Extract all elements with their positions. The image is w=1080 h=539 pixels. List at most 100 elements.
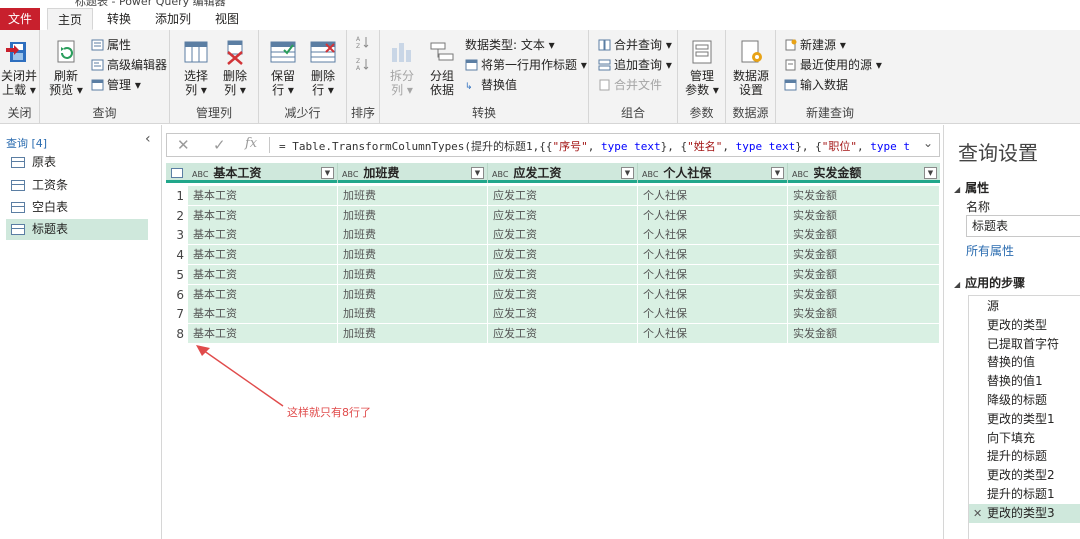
- applied-step-item[interactable]: 提升的标题: [969, 447, 1080, 466]
- table-cell[interactable]: 加班费: [338, 304, 488, 325]
- filter-dropdown-icon[interactable]: ▼: [771, 167, 784, 179]
- text-type-icon[interactable]: ABC: [642, 170, 658, 179]
- applied-step-item[interactable]: 提升的标题1: [969, 485, 1080, 504]
- applied-step-item[interactable]: 降级的标题: [969, 391, 1080, 410]
- table-cell[interactable]: 基本工资: [188, 225, 338, 246]
- table-cell[interactable]: 基本工资: [188, 304, 338, 325]
- commit-formula-icon[interactable]: ✓: [213, 136, 226, 154]
- collapse-pane-icon[interactable]: ‹: [145, 131, 151, 147]
- new-source-button[interactable]: 新建源 ▾: [784, 36, 846, 54]
- table-cell[interactable]: 实发金额: [788, 304, 940, 325]
- table-cell[interactable]: 应发工资: [488, 323, 638, 344]
- filter-dropdown-icon[interactable]: ▼: [471, 167, 484, 179]
- applied-step-item[interactable]: ✕ 更改的类型3: [969, 503, 1080, 523]
- query-name-input[interactable]: 标题表: [966, 215, 1080, 237]
- applied-steps-section[interactable]: ◢ 应用的步骤: [954, 274, 1025, 291]
- formula-input[interactable]: = Table.TransformColumnTypes(提升的标题1,{{"序…: [279, 138, 909, 154]
- tab-file[interactable]: 文件: [0, 8, 40, 30]
- applied-step-item[interactable]: 更改的类型: [969, 316, 1080, 335]
- applied-step-item[interactable]: 替换的值: [969, 353, 1080, 372]
- text-type-icon[interactable]: ABC: [342, 170, 358, 179]
- table-cell[interactable]: 应发工资: [488, 186, 638, 206]
- collapse-triangle-icon[interactable]: ◢: [954, 280, 960, 289]
- filter-dropdown-icon[interactable]: ▼: [621, 167, 634, 179]
- delete-step-icon[interactable]: ✕: [973, 504, 982, 523]
- table-menu-button[interactable]: [166, 163, 188, 183]
- applied-step-item[interactable]: 源: [969, 297, 1080, 316]
- filter-dropdown-icon[interactable]: ▼: [924, 167, 937, 179]
- table-cell[interactable]: 个人社保: [638, 205, 788, 226]
- table-cell[interactable]: 应发工资: [488, 304, 638, 325]
- column-header[interactable]: ABC 实发金额 ▼: [788, 163, 940, 183]
- table-cell[interactable]: 实发金额: [788, 323, 940, 344]
- query-item-gongzitiao[interactable]: 工资条: [6, 175, 148, 196]
- table-cell[interactable]: 实发金额: [788, 264, 940, 285]
- tab-home[interactable]: 主页: [47, 8, 93, 30]
- row-number[interactable]: 3: [166, 225, 188, 246]
- table-cell[interactable]: 个人社保: [638, 245, 788, 266]
- table-cell[interactable]: 应发工资: [488, 205, 638, 226]
- cancel-formula-icon[interactable]: ✕: [177, 136, 190, 154]
- append-queries-button[interactable]: 追加查询 ▾: [598, 56, 672, 74]
- query-item-kongbaibiao[interactable]: 空白表: [6, 197, 148, 218]
- tab-add-column[interactable]: 添加列: [147, 8, 199, 30]
- column-header[interactable]: ABC 应发工资 ▼: [488, 163, 638, 183]
- table-cell[interactable]: 基本工资: [188, 264, 338, 285]
- replace-values-button[interactable]: ↳ 替换值: [465, 76, 517, 94]
- table-cell[interactable]: 实发金额: [788, 245, 940, 266]
- refresh-preview-button[interactable]: 刷新 预览 ▾: [48, 38, 84, 97]
- column-header[interactable]: ABC 加班费 ▼: [338, 163, 488, 183]
- manage-query-button[interactable]: 管理 ▾: [91, 76, 141, 94]
- table-cell[interactable]: 个人社保: [638, 304, 788, 325]
- collapse-triangle-icon[interactable]: ◢: [954, 185, 960, 194]
- table-cell[interactable]: 应发工资: [488, 225, 638, 246]
- query-item-biaotibiao[interactable]: 标题表: [6, 219, 148, 240]
- table-cell[interactable]: 实发金额: [788, 205, 940, 226]
- table-cell[interactable]: 个人社保: [638, 264, 788, 285]
- tab-transform[interactable]: 转换: [97, 8, 141, 30]
- keep-rows-button[interactable]: 保留 行 ▾: [265, 38, 301, 97]
- text-type-icon[interactable]: ABC: [492, 170, 508, 179]
- group-by-button[interactable]: 分组 依据: [424, 38, 460, 97]
- table-cell[interactable]: 个人社保: [638, 186, 788, 206]
- table-cell[interactable]: 基本工资: [188, 186, 338, 206]
- manage-parameters-button[interactable]: 管理 参数 ▾: [683, 38, 721, 97]
- expand-formula-icon[interactable]: ⌄: [923, 136, 933, 150]
- text-type-icon[interactable]: ABC: [192, 170, 208, 179]
- data-type-dropdown[interactable]: 数据类型: 文本 ▾: [465, 36, 555, 54]
- applied-step-item[interactable]: 更改的类型2: [969, 466, 1080, 485]
- properties-button[interactable]: 属性: [91, 36, 131, 54]
- all-properties-link[interactable]: 所有属性: [966, 242, 1014, 259]
- row-number[interactable]: 7: [166, 304, 188, 325]
- merge-queries-button[interactable]: 合并查询 ▾: [598, 36, 672, 54]
- row-number[interactable]: 4: [166, 245, 188, 266]
- table-cell[interactable]: 基本工资: [188, 205, 338, 226]
- row-number[interactable]: 1: [166, 186, 188, 206]
- table-cell[interactable]: 实发金额: [788, 225, 940, 246]
- remove-columns-button[interactable]: 删除 列 ▾: [217, 38, 253, 97]
- table-cell[interactable]: 应发工资: [488, 245, 638, 266]
- table-cell[interactable]: 实发金额: [788, 186, 940, 206]
- table-cell[interactable]: 加班费: [338, 323, 488, 344]
- row-number[interactable]: 6: [166, 284, 188, 305]
- split-column-button[interactable]: 拆分 列 ▾: [384, 38, 420, 97]
- sort-descending-button[interactable]: ZA: [356, 56, 372, 74]
- remove-rows-button[interactable]: 删除 行 ▾: [305, 38, 341, 97]
- column-header[interactable]: ABC 基本工资 ▼: [188, 163, 338, 183]
- table-cell[interactable]: 实发金额: [788, 284, 940, 305]
- table-cell[interactable]: 应发工资: [488, 284, 638, 305]
- data-source-settings-button[interactable]: 数据源 设置: [731, 38, 771, 97]
- applied-step-item[interactable]: 向下填充: [969, 429, 1080, 448]
- text-type-icon[interactable]: ABC: [792, 170, 808, 179]
- enter-data-button[interactable]: 输入数据: [784, 76, 848, 94]
- table-cell[interactable]: 加班费: [338, 284, 488, 305]
- choose-columns-button[interactable]: 选择 列 ▾: [178, 38, 214, 97]
- table-cell[interactable]: 基本工资: [188, 284, 338, 305]
- table-cell[interactable]: 加班费: [338, 245, 488, 266]
- row-number[interactable]: 5: [166, 264, 188, 285]
- row-number[interactable]: 2: [166, 205, 188, 226]
- table-cell[interactable]: 个人社保: [638, 225, 788, 246]
- table-cell[interactable]: 加班费: [338, 205, 488, 226]
- tab-view[interactable]: 视图: [205, 8, 249, 30]
- use-first-row-as-headers-button[interactable]: 将第一行用作标题 ▾: [465, 56, 587, 74]
